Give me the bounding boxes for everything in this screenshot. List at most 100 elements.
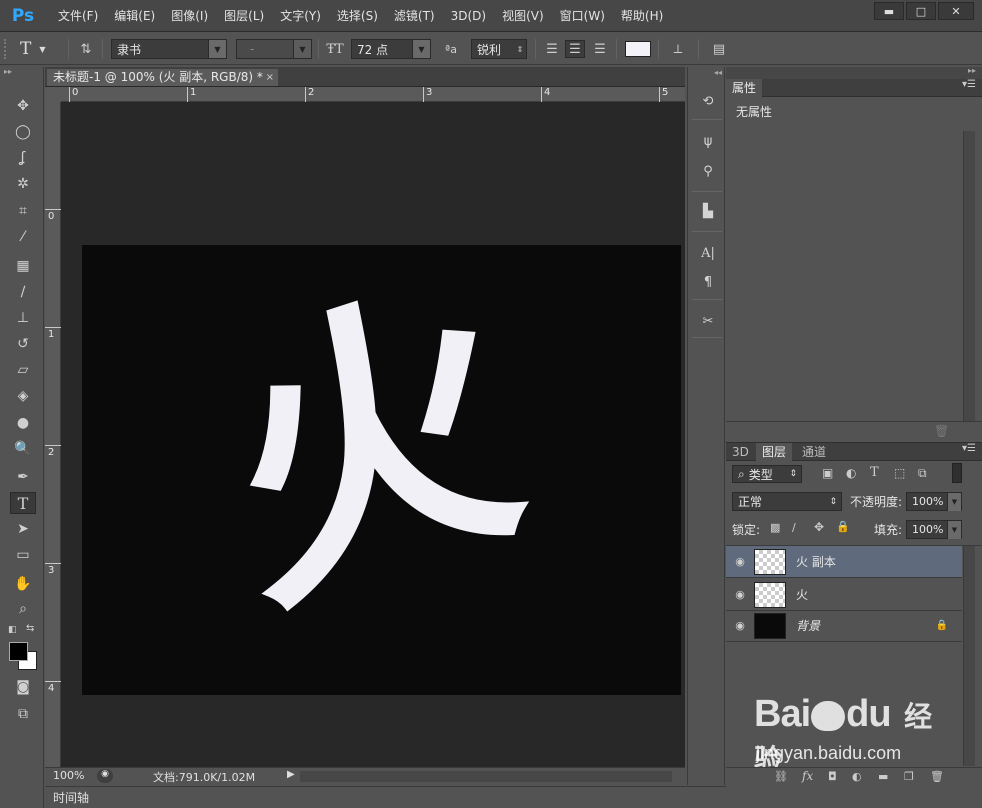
menu-3d[interactable]: 3D(D) xyxy=(443,0,494,32)
document-tab[interactable]: 未标题-1 @ 100% (火 副本, RGB/8) * × xyxy=(47,69,278,86)
layer-filter-kind-select[interactable]: ⌕ 类型 ⇕ xyxy=(732,465,802,483)
paragraph-icon[interactable]: ¶ xyxy=(697,272,719,292)
horizontal-scrollbar[interactable] xyxy=(300,771,672,782)
layer-name[interactable]: 背景 xyxy=(796,617,820,634)
blend-mode-select[interactable]: 正常 ⇕ xyxy=(732,492,842,511)
menu-type[interactable]: 文字(Y) xyxy=(272,0,329,32)
lock-transparency-icon[interactable]: ▩ xyxy=(770,521,780,534)
tab-properties[interactable]: 属性 xyxy=(726,79,763,97)
screen-mode-icon[interactable]: ⧉ xyxy=(10,703,36,725)
ellipse-marquee-icon[interactable]: ◯ xyxy=(10,121,36,143)
visibility-eye-icon[interactable]: ◉ xyxy=(726,588,754,601)
crop-icon[interactable]: ⌗ xyxy=(10,200,36,222)
expand-icon[interactable]: ▸▸ xyxy=(968,66,976,75)
text-color-swatch[interactable] xyxy=(625,41,651,57)
history-brush-icon[interactable]: ↺ xyxy=(10,333,36,355)
swap-colors-icon[interactable]: ⇆ xyxy=(26,623,34,634)
properties-scrollbar[interactable] xyxy=(963,131,975,421)
warp-text-icon[interactable]: ⟂ xyxy=(668,40,688,58)
healing-brush-icon[interactable]: ▦ xyxy=(10,255,36,277)
lock-position-icon[interactable]: ✥ xyxy=(814,520,824,534)
delete-layer-icon[interactable]: 🗑 xyxy=(930,770,944,783)
filter-shape-icon[interactable]: ⬚ xyxy=(894,466,905,480)
tab-channels[interactable]: 通道 xyxy=(796,443,832,461)
tool-preset-picker[interactable]: T ▼ xyxy=(20,38,64,60)
adjustment-layer-icon[interactable]: ◐ xyxy=(852,770,862,783)
layer-name[interactable]: 火 副本 xyxy=(796,553,836,570)
opacity-input[interactable]: 100% ▼ xyxy=(906,492,962,511)
zoom-level[interactable]: 100% xyxy=(53,769,84,782)
pasteboard[interactable]: 火 xyxy=(61,102,685,767)
menu-image[interactable]: 图像(I) xyxy=(163,0,216,32)
add-mask-icon[interactable]: ◘ xyxy=(828,770,837,783)
clone-source-icon[interactable]: ▙ xyxy=(697,201,719,221)
history-panel-icon[interactable]: ⟲ xyxy=(697,91,719,111)
new-layer-icon[interactable]: ❐ xyxy=(904,770,914,783)
hand-tool-icon[interactable]: ✋ xyxy=(10,573,36,595)
collapse-icon[interactable]: ▸▸ xyxy=(4,67,40,77)
menu-filter[interactable]: 滤镜(T) xyxy=(386,0,443,32)
menu-select[interactable]: 选择(S) xyxy=(329,0,386,32)
type-tool-icon[interactable]: T xyxy=(10,492,36,514)
ruler-origin[interactable] xyxy=(45,87,61,102)
align-left-icon[interactable]: ☰ xyxy=(542,40,562,58)
blur-icon[interactable]: ● xyxy=(10,412,36,434)
filter-type-icon[interactable]: T xyxy=(870,465,879,480)
filter-pixel-icon[interactable]: ▣ xyxy=(822,466,833,480)
menu-file[interactable]: 文件(F) xyxy=(50,0,106,32)
filter-smart-object-icon[interactable]: ⧉ xyxy=(918,466,927,481)
rectangle-tool-icon[interactable]: ▭ xyxy=(10,544,36,566)
menu-layer[interactable]: 图层(L) xyxy=(216,0,272,32)
eraser-icon[interactable]: ▱ xyxy=(10,359,36,381)
font-family-select[interactable]: 隶书 ▼ xyxy=(111,39,227,59)
canvas[interactable]: 火 xyxy=(82,235,681,695)
tool-presets-icon[interactable]: ✂ xyxy=(697,311,719,331)
clone-stamp-icon[interactable]: ⊥ xyxy=(10,307,36,329)
default-colors-icon[interactable]: ◧ xyxy=(8,625,17,635)
fill-input[interactable]: 100% ▼ xyxy=(906,520,962,539)
tab-3d[interactable]: 3D xyxy=(726,443,755,461)
status-menu-icon[interactable]: ◉ xyxy=(97,769,113,783)
layers-scrollbar[interactable] xyxy=(963,546,975,766)
visibility-eye-icon[interactable]: ◉ xyxy=(726,555,754,568)
menu-window[interactable]: 窗口(W) xyxy=(552,0,613,32)
visibility-eye-icon[interactable]: ◉ xyxy=(726,619,754,632)
filter-toggle[interactable] xyxy=(952,463,962,483)
options-grip[interactable] xyxy=(4,39,8,59)
layer-row[interactable]: ◉ 火 xyxy=(726,579,962,611)
layer-row[interactable]: ◉ 背景 🔒 xyxy=(726,610,962,642)
zoom-tool-icon[interactable]: ⌕ xyxy=(10,598,36,620)
character-panel-icon[interactable]: ▤ xyxy=(709,40,729,58)
menu-edit[interactable]: 编辑(E) xyxy=(106,0,163,32)
foreground-color-swatch[interactable] xyxy=(9,642,28,661)
canvas-text-glyph[interactable]: 火 xyxy=(198,235,546,659)
lock-all-icon[interactable]: 🔒 xyxy=(836,520,850,533)
path-selection-icon[interactable]: ➤ xyxy=(10,518,36,540)
trash-icon[interactable]: 🗑 xyxy=(934,424,949,438)
font-size-select[interactable]: 72 点 ▼ xyxy=(351,39,431,59)
layer-name[interactable]: 火 xyxy=(796,586,808,603)
font-style-select[interactable]: - ▼ xyxy=(236,39,312,59)
move-tool-icon[interactable]: ✥ xyxy=(10,95,36,117)
maximize-button[interactable]: □ xyxy=(906,2,936,20)
filter-adjustment-icon[interactable]: ◐ xyxy=(846,466,856,480)
dodge-icon[interactable]: 🔍 xyxy=(10,438,36,460)
vertical-ruler[interactable]: 0 1 2 3 4 xyxy=(45,102,61,767)
brush-presets-icon[interactable]: ψ xyxy=(697,131,719,151)
align-center-icon[interactable]: ☰ xyxy=(565,40,585,58)
character-icon[interactable]: A| xyxy=(697,243,719,263)
close-window-button[interactable]: ✕ xyxy=(938,2,974,20)
align-right-icon[interactable]: ☰ xyxy=(590,40,610,58)
close-tab-icon[interactable]: × xyxy=(266,69,274,86)
menu-help[interactable]: 帮助(H) xyxy=(613,0,671,32)
panel-menu-icon[interactable]: ▾☰ xyxy=(962,79,976,90)
brush-icon[interactable]: ∕ xyxy=(10,281,36,303)
lock-pixels-icon[interactable]: ∕ xyxy=(792,521,796,534)
link-layers-icon[interactable]: ⛓ xyxy=(774,770,788,783)
paint-bucket-icon[interactable]: ◈ xyxy=(10,385,36,407)
timeline-tab[interactable]: 时间轴 xyxy=(53,789,89,806)
magic-wand-icon[interactable]: ✲ xyxy=(10,173,36,195)
menu-view[interactable]: 视图(V) xyxy=(494,0,552,32)
minimize-button[interactable]: ▬ xyxy=(874,2,904,20)
tab-layers[interactable]: 图层 xyxy=(756,443,793,461)
